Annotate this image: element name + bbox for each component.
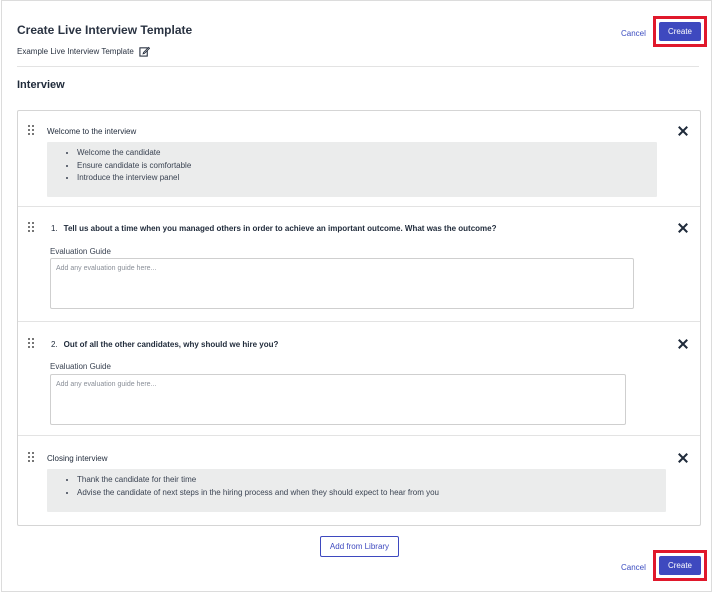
question-text: 2. Out of all the other candidates, why s… <box>51 340 279 349</box>
page-title: Create Live Interview Template <box>17 23 193 37</box>
footer-create-button-highlight: Create <box>653 550 707 581</box>
footer-cancel-button[interactable]: Cancel <box>621 563 646 572</box>
note-item: Ensure candidate is comfortable <box>77 160 657 173</box>
item-notes: Welcome the candidate Ensure candidate i… <box>47 142 657 197</box>
question-number: 2. <box>51 340 58 349</box>
evaluation-guide-label: Evaluation Guide <box>50 247 111 256</box>
item-title: Closing interview <box>47 454 108 463</box>
note-item: Introduce the interview panel <box>77 172 657 185</box>
drag-handle-icon[interactable] <box>28 338 36 350</box>
question-text: 1. Tell us about a time when you managed … <box>51 224 497 233</box>
section-heading: Interview <box>17 79 65 91</box>
evaluation-guide-input[interactable] <box>50 258 634 309</box>
template-editor-panel: Create Live Interview Template Example L… <box>1 0 712 592</box>
list-item: 1. Tell us about a time when you managed … <box>18 206 700 321</box>
drag-handle-icon[interactable] <box>28 222 36 234</box>
close-icon[interactable] <box>678 339 688 349</box>
footer-create-button[interactable]: Create <box>659 556 701 575</box>
close-icon[interactable] <box>678 126 688 136</box>
cancel-button[interactable]: Cancel <box>621 29 646 38</box>
create-button[interactable]: Create <box>659 22 701 41</box>
edit-icon[interactable] <box>139 46 150 57</box>
note-item: Advise the candidate of next steps in th… <box>77 487 666 500</box>
create-button-highlight: Create <box>653 16 707 47</box>
drag-handle-icon[interactable] <box>28 452 36 464</box>
template-name[interactable]: Example Live Interview Template <box>17 46 150 57</box>
evaluation-guide-input[interactable] <box>50 374 626 425</box>
close-icon[interactable] <box>678 223 688 233</box>
template-name-text: Example Live Interview Template <box>17 47 134 56</box>
list-item: Welcome to the interview Welcome the can… <box>18 111 700 206</box>
list-item: Closing interview Thank the candidate fo… <box>18 435 700 525</box>
close-icon[interactable] <box>678 453 688 463</box>
interview-item-list: Welcome to the interview Welcome the can… <box>17 110 701 526</box>
list-item: 2. Out of all the other candidates, why s… <box>18 321 700 435</box>
header-divider <box>17 66 699 67</box>
drag-handle-icon[interactable] <box>28 125 36 137</box>
item-title: Welcome to the interview <box>47 127 137 136</box>
note-item: Thank the candidate for their time <box>77 474 666 487</box>
add-from-library-button[interactable]: Add from Library <box>320 536 399 557</box>
question-number: 1. <box>51 224 58 233</box>
note-item: Welcome the candidate <box>77 147 657 160</box>
item-notes: Thank the candidate for their time Advis… <box>47 469 666 512</box>
evaluation-guide-label: Evaluation Guide <box>50 362 111 371</box>
